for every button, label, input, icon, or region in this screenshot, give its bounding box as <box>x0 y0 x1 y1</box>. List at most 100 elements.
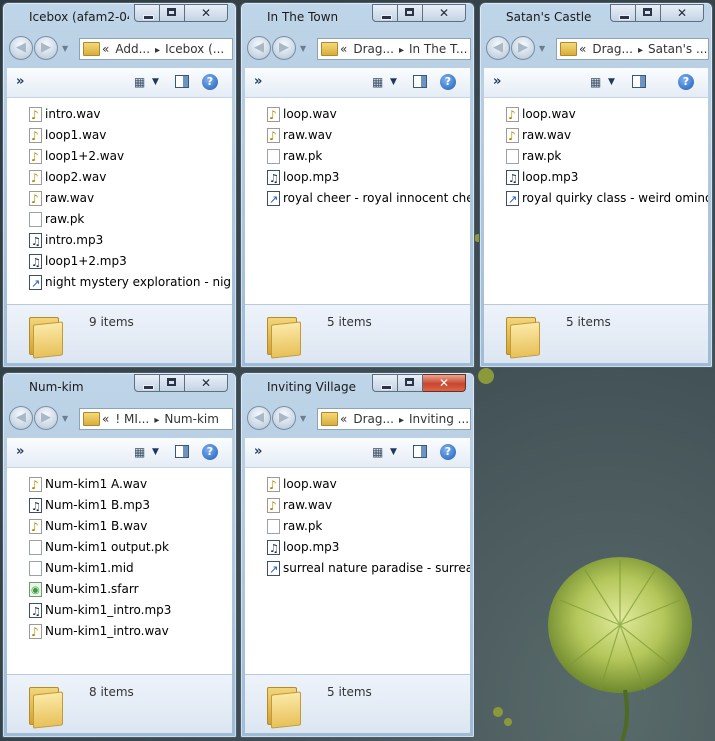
file-item[interactable]: raw.pk <box>7 209 232 230</box>
breadcrumb-segment[interactable]: Drag... <box>353 42 394 56</box>
explorer-window-in-the-town[interactable]: In The Town ✕ ◀ ▶ ▼ « Drag... ▸ In The T...… <box>240 2 475 368</box>
views-icon[interactable]: ▦ <box>372 446 386 458</box>
file-item[interactable]: loop.mp3 <box>245 167 470 188</box>
file-item[interactable]: loop.mp3 <box>484 167 708 188</box>
chevron-left-icon[interactable]: « <box>340 42 347 56</box>
file-item[interactable]: royal quirky class - weird ominous class <box>484 188 708 209</box>
breadcrumb-separator-icon[interactable]: ▸ <box>399 45 404 56</box>
file-item[interactable]: Num-kim1 B.mp3 <box>7 495 232 516</box>
explorer-window-num-kim[interactable]: Num-kim ✕ ◀ ▶ ▼ « ! MI... ▸ Num-kim » ▦ ▼ ?… <box>2 372 237 738</box>
help-button[interactable]: ? <box>440 74 456 90</box>
forward-button[interactable]: ▶ <box>511 36 535 60</box>
more-commands-button[interactable]: » <box>16 444 24 459</box>
chevron-left-icon[interactable]: « <box>340 412 347 426</box>
views-dropdown-icon[interactable]: ▼ <box>390 77 397 87</box>
views-icon[interactable]: ▦ <box>134 76 148 88</box>
file-item[interactable]: Num-kim1 B.wav <box>7 516 232 537</box>
address-bar[interactable]: « Drag... ▸ Inviting ... <box>317 408 471 430</box>
preview-pane-icon[interactable] <box>175 75 189 88</box>
views-dropdown-icon[interactable]: ▼ <box>608 77 615 87</box>
back-button[interactable]: ◀ <box>247 36 271 60</box>
file-item[interactable]: Num-kim1 A.wav <box>7 474 232 495</box>
breadcrumb-separator-icon[interactable]: ▸ <box>155 45 160 56</box>
preview-pane-icon[interactable] <box>413 75 427 88</box>
breadcrumb-separator-icon[interactable]: ▸ <box>638 45 643 56</box>
help-button[interactable]: ? <box>202 74 218 90</box>
recent-pages-dropdown[interactable]: ▼ <box>300 44 306 53</box>
file-item[interactable]: loop1+2.wav <box>7 146 232 167</box>
breadcrumb-segment[interactable]: Icebox (... <box>165 42 224 56</box>
breadcrumb-segment[interactable]: Drag... <box>592 42 633 56</box>
minimize-button[interactable] <box>372 4 398 22</box>
back-button[interactable]: ◀ <box>247 406 271 430</box>
file-item[interactable]: night mystery exploration - night explor… <box>7 272 232 293</box>
file-item[interactable]: raw.wav <box>7 188 232 209</box>
breadcrumb-segment[interactable]: Drag... <box>353 412 394 426</box>
close-button[interactable]: ✕ <box>185 374 228 392</box>
more-commands-button[interactable]: » <box>16 74 24 89</box>
file-item[interactable]: raw.wav <box>245 495 470 516</box>
file-item[interactable]: Num-kim1_intro.wav <box>7 621 232 642</box>
more-commands-button[interactable]: » <box>493 74 501 89</box>
chevron-left-icon[interactable]: « <box>579 42 586 56</box>
breadcrumb-segment[interactable]: ! MI... <box>115 412 149 426</box>
forward-button[interactable]: ▶ <box>34 36 58 60</box>
close-button[interactable]: ✕ <box>661 4 704 22</box>
maximize-button[interactable] <box>398 374 423 392</box>
recent-pages-dropdown[interactable]: ▼ <box>300 414 306 423</box>
breadcrumb-segment[interactable]: Num-kim <box>164 412 219 426</box>
back-button[interactable]: ◀ <box>486 36 510 60</box>
views-dropdown-icon[interactable]: ▼ <box>152 77 159 87</box>
close-button[interactable]: ✕ <box>185 4 228 22</box>
file-item[interactable]: raw.pk <box>484 146 708 167</box>
close-button[interactable]: ✕ <box>423 4 466 22</box>
preview-pane-icon[interactable] <box>413 445 427 458</box>
explorer-window-satans-castle[interactable]: Satan's Castle ✕ ◀ ▶ ▼ « Drag... ▸ Satan's … <box>479 2 713 368</box>
file-item[interactable]: loop1.wav <box>7 125 232 146</box>
file-item[interactable]: raw.pk <box>245 146 470 167</box>
chevron-left-icon[interactable]: « <box>102 412 109 426</box>
preview-pane-icon[interactable] <box>632 75 646 88</box>
address-bar[interactable]: « Drag... ▸ Satan's ... <box>556 38 709 60</box>
preview-pane-icon[interactable] <box>175 445 189 458</box>
title-bar[interactable]: Num-kim ✕ <box>3 373 236 401</box>
forward-button[interactable]: ▶ <box>272 406 296 430</box>
forward-button[interactable]: ▶ <box>272 36 296 60</box>
breadcrumb-separator-icon[interactable]: ▸ <box>399 415 404 426</box>
minimize-button[interactable] <box>610 4 636 22</box>
file-item[interactable]: Num-kim1.sfarr <box>7 579 232 600</box>
maximize-button[interactable] <box>160 4 185 22</box>
minimize-button[interactable] <box>372 374 398 392</box>
recent-pages-dropdown[interactable]: ▼ <box>62 44 68 53</box>
file-item[interactable]: Num-kim1_intro.mp3 <box>7 600 232 621</box>
more-commands-button[interactable]: » <box>254 444 262 459</box>
title-bar[interactable]: Inviting Village ✕ <box>241 373 474 401</box>
file-item[interactable]: loop.wav <box>245 104 470 125</box>
chevron-left-icon[interactable]: « <box>102 42 109 56</box>
file-item[interactable]: raw.wav <box>245 125 470 146</box>
help-button[interactable]: ? <box>678 74 694 90</box>
minimize-button[interactable] <box>134 374 160 392</box>
file-item[interactable]: raw.wav <box>484 125 708 146</box>
file-item[interactable]: Num-kim1.mid <box>7 558 232 579</box>
maximize-button[interactable] <box>636 4 661 22</box>
title-bar[interactable]: In The Town ✕ <box>241 3 474 31</box>
views-dropdown-icon[interactable]: ▼ <box>390 447 397 457</box>
recent-pages-dropdown[interactable]: ▼ <box>539 44 545 53</box>
forward-button[interactable]: ▶ <box>34 406 58 430</box>
file-item[interactable]: intro.mp3 <box>7 230 232 251</box>
file-item[interactable]: loop.mp3 <box>245 537 470 558</box>
title-bar[interactable]: Icebox (afam2-04) ✕ <box>3 3 236 31</box>
file-item[interactable]: loop2.wav <box>7 167 232 188</box>
breadcrumb-separator-icon[interactable]: ▸ <box>154 415 159 426</box>
file-item[interactable]: loop.wav <box>484 104 708 125</box>
recent-pages-dropdown[interactable]: ▼ <box>62 414 68 423</box>
views-icon[interactable]: ▦ <box>590 76 604 88</box>
help-button[interactable]: ? <box>202 444 218 460</box>
views-icon[interactable]: ▦ <box>372 76 386 88</box>
file-item[interactable]: intro.wav <box>7 104 232 125</box>
file-item[interactable]: royal cheer - royal innocent cheer - roy… <box>245 188 470 209</box>
back-button[interactable]: ◀ <box>9 36 33 60</box>
file-item[interactable]: raw.pk <box>245 516 470 537</box>
breadcrumb-segment[interactable]: Satan's ... <box>648 42 707 56</box>
